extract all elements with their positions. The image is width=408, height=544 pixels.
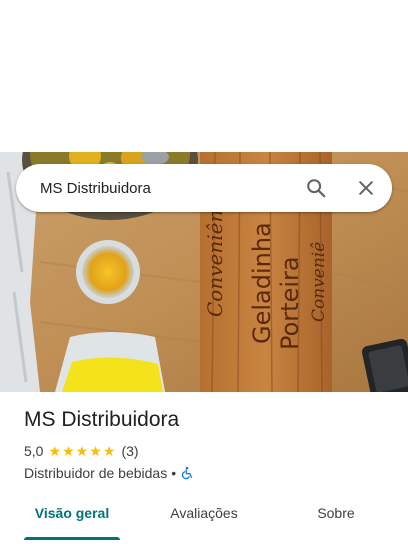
tab-avaliacoes[interactable]: Avaliações (156, 498, 252, 540)
star-icon: ★ (75, 443, 89, 459)
active-tab-indicator (24, 537, 120, 540)
search-icon[interactable] (296, 168, 336, 208)
sign-word-3: Porteira (276, 256, 304, 350)
place-title: MS Distribuidora (24, 408, 180, 431)
map-blank-area (0, 0, 408, 152)
tab-bar: Visão geral Avaliações Sobre (0, 498, 408, 540)
star-icon: ★ (62, 443, 75, 459)
separator-dot: • (171, 465, 177, 481)
tab-sobre[interactable]: Sobre (296, 498, 376, 540)
wheelchair-icon (180, 466, 194, 480)
rating-stars: ★ ★ ★ ★ ★ (48, 444, 116, 458)
category-row: Distribuidor de bebidas • (24, 464, 394, 482)
star-icon: ★ (89, 443, 102, 459)
tab-label: Avaliações (170, 505, 238, 521)
rating-value: 5,0 (24, 443, 44, 459)
review-count[interactable]: (3) (121, 443, 138, 459)
rating-row[interactable]: 5,0 ★ ★ ★ ★ ★ (3) (24, 442, 394, 460)
star-icon: ★ (102, 443, 116, 459)
tab-label: Visão geral (34, 505, 110, 521)
tab-visao-geral[interactable]: Visão geral (24, 498, 120, 540)
place-category: Distribuidor de bebidas (24, 465, 168, 481)
search-bar[interactable]: MS Distribuidora (16, 164, 392, 212)
search-input[interactable]: MS Distribuidora (16, 180, 296, 197)
close-icon[interactable] (346, 168, 386, 208)
place-info: MS Distribuidora 5,0 ★ ★ ★ ★ ★ (3) Distr… (24, 406, 394, 482)
sign-word-2: Geladinha (248, 222, 276, 344)
tab-label: Sobre (317, 505, 355, 521)
sign-word-4: Conveniê (309, 242, 329, 322)
star-icon: ★ (48, 443, 62, 459)
